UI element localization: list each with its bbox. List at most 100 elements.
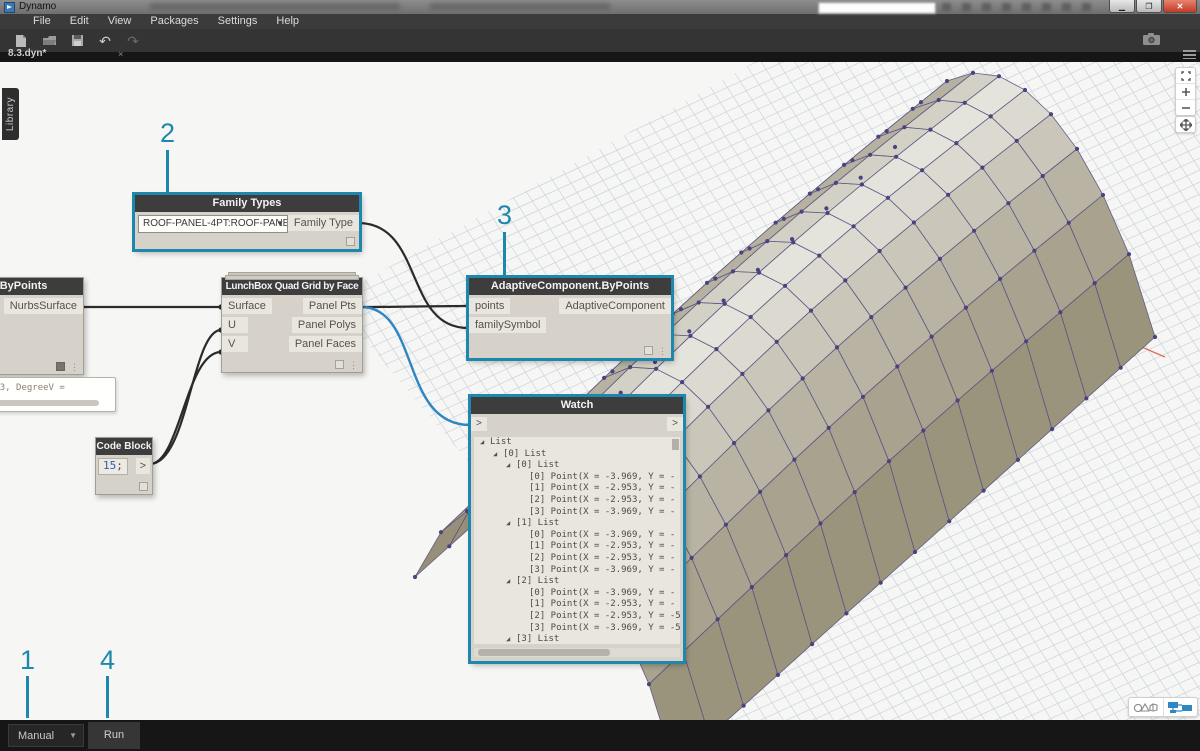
watch-row[interactable]: [0] Point(X = -3.969, Y = - xyxy=(474,472,680,484)
run-mode-dropdown[interactable]: Manual ▼ xyxy=(8,724,84,747)
port-out-nurbssurface[interactable]: NurbsSurface xyxy=(4,298,83,314)
watch-row[interactable]: [0] Point(X = -3.969, Y = - xyxy=(474,588,680,600)
watch-row[interactable]: [3] Point(X = -3.969, Y = - xyxy=(474,507,680,519)
watch-row[interactable]: [1] Point(X = -2.953, Y = - xyxy=(474,541,680,553)
expand-triangle-icon[interactable]: ◢ xyxy=(506,634,516,644)
watch-row[interactable]: [1] Point(X = -2.953, Y = - xyxy=(474,483,680,495)
watch-row[interactable]: [2] Point(X = -2.953, Y = - xyxy=(474,495,680,507)
node-title[interactable]: face.ByPoints xyxy=(0,278,83,295)
camera-export-icon[interactable] xyxy=(1143,32,1160,50)
port-in-watch[interactable]: > xyxy=(471,417,487,431)
node-nurbssurface-bypoints[interactable]: face.ByPoints NurbsSurface ⋮ xyxy=(0,277,84,375)
maximize-button[interactable]: ❐ xyxy=(1136,0,1162,13)
menu-edit[interactable]: Edit xyxy=(70,14,89,29)
node-lunchbox-quad-grid[interactable]: LunchBox Quad Grid by Face Surface Panel… xyxy=(221,277,363,373)
port-out-panel-pts[interactable]: Panel Pts xyxy=(303,298,362,314)
watch-row[interactable]: [3] Point(X = -3.969, Y = - xyxy=(474,565,680,577)
preview-checkbox[interactable] xyxy=(139,482,148,491)
port-out-adaptivecomponent[interactable]: AdaptiveComponent xyxy=(559,298,671,314)
node-title[interactable]: AdaptiveComponent.ByPoints xyxy=(469,278,671,295)
more-options-icon[interactable]: ⋮ xyxy=(658,347,667,355)
menu-help[interactable]: Help xyxy=(276,14,299,29)
port-in-surface[interactable]: Surface xyxy=(222,298,272,314)
preview-checkbox[interactable] xyxy=(644,346,653,355)
expand-triangle-icon[interactable]: ◢ xyxy=(506,518,516,530)
node-adaptivecomponent-bypoints[interactable]: AdaptiveComponent.ByPoints points Adapti… xyxy=(468,277,672,359)
pan-button[interactable] xyxy=(1176,117,1195,132)
undo-icon[interactable]: ↶ xyxy=(92,32,118,50)
redo-icon[interactable]: ↷ xyxy=(120,32,146,50)
node-watch[interactable]: Watch > > ◢List◢[0] List◢[0] List[0] Poi… xyxy=(470,396,684,662)
code-block-value[interactable]: 15; xyxy=(98,458,128,475)
geometry-view-button[interactable] xyxy=(1129,698,1163,716)
wire-familytype-to-familysymbol[interactable] xyxy=(358,223,468,328)
library-panel-tab[interactable]: Library xyxy=(2,88,19,140)
watch-row[interactable]: [2] Point(X = -2.953, Y = - xyxy=(474,553,680,565)
expand-triangle-icon[interactable]: ◢ xyxy=(506,460,516,472)
port-in-v[interactable]: V xyxy=(222,336,248,352)
new-file-icon[interactable] xyxy=(8,32,34,50)
minimize-button[interactable]: ▁ xyxy=(1109,0,1135,13)
watch-row-text: [0] Point(X = -3.969, Y = - xyxy=(529,472,675,482)
node-title[interactable]: Watch xyxy=(471,397,683,414)
menu-file[interactable]: File xyxy=(33,14,51,29)
watch-row[interactable]: [3] Point(X = -3.969, Y = -5 xyxy=(474,623,680,635)
wire-codeblock-to-u[interactable] xyxy=(150,330,221,464)
view-toggle-group xyxy=(1128,697,1198,717)
zoom-fit-button[interactable] xyxy=(1176,68,1195,83)
workspace-tab[interactable]: 8.3.dyn* xyxy=(8,48,46,59)
watch-vertical-scrollbar[interactable] xyxy=(672,439,679,450)
more-options-icon[interactable]: ⋮ xyxy=(70,363,79,371)
preview-checkbox[interactable] xyxy=(335,360,344,369)
expand-triangle-icon[interactable]: ◢ xyxy=(493,449,503,461)
port-out-watch[interactable]: > xyxy=(667,417,683,431)
port-out-code[interactable]: > xyxy=(136,458,150,474)
port-in-points[interactable]: points xyxy=(469,298,510,314)
more-options-icon[interactable]: ⋮ xyxy=(349,361,358,369)
open-file-icon[interactable] xyxy=(36,32,62,50)
watch-list[interactable]: ◢List◢[0] List◢[0] List[0] Point(X = -3.… xyxy=(474,437,680,644)
node-code-block[interactable]: Code Block 15; > xyxy=(95,437,153,495)
node-family-types[interactable]: Family Types ROOF-PANEL-4PT:ROOF-PANEL-4… xyxy=(134,194,360,250)
port-out-panel-polys[interactable]: Panel Polys xyxy=(292,317,362,333)
hamburger-menu-icon[interactable] xyxy=(1183,50,1196,59)
zoom-out-button[interactable] xyxy=(1176,99,1195,115)
node-title[interactable]: LunchBox Quad Grid by Face xyxy=(222,278,362,295)
watch-row[interactable]: [0] Point(X = -3.969, Y = - xyxy=(474,530,680,542)
expand-triangle-icon[interactable]: ◢ xyxy=(480,437,490,449)
watch-row[interactable]: ◢[0] List xyxy=(474,449,680,461)
close-button[interactable]: ✕ xyxy=(1163,0,1197,13)
family-type-dropdown[interactable]: ROOF-PANEL-4PT:ROOF-PANEL-4PT ▼ xyxy=(138,215,288,233)
watch-row[interactable]: ◢[2] List xyxy=(474,576,680,588)
port-out-family-type[interactable]: Family Type xyxy=(288,215,359,231)
watch-row[interactable]: ◢List xyxy=(474,437,680,449)
scrollbar-thumb[interactable] xyxy=(478,649,610,656)
expand-triangle-icon[interactable]: ◢ xyxy=(506,576,516,588)
tab-close-icon[interactable]: × xyxy=(118,49,123,59)
graph-view-button[interactable] xyxy=(1163,698,1198,716)
wire-panelpts-to-watch-selected[interactable] xyxy=(361,307,470,425)
zoom-in-button[interactable] xyxy=(1176,83,1195,99)
watch-row[interactable]: ◢[0] List xyxy=(474,460,680,472)
port-in-familysymbol[interactable]: familySymbol xyxy=(469,317,546,333)
node-title[interactable]: Code Block xyxy=(96,438,152,455)
node-title[interactable]: Family Types xyxy=(135,195,359,212)
preview-checkbox[interactable] xyxy=(346,237,355,246)
dynamo-window: Dynamo ▁ ❐ ✕ File Edit View Packages Set… xyxy=(0,0,1200,751)
watch-horizontal-scrollbar[interactable] xyxy=(474,648,680,657)
menu-packages[interactable]: Packages xyxy=(150,14,198,29)
preview-checkbox[interactable] xyxy=(56,362,65,371)
port-out-panel-faces[interactable]: Panel Faces xyxy=(289,336,362,352)
watch-row[interactable]: [2] Point(X = -2.953, Y = -5 xyxy=(474,611,680,623)
run-button[interactable]: Run xyxy=(88,722,140,749)
watch-row[interactable]: ◢[1] List xyxy=(474,518,680,530)
wire-panelpts-to-points[interactable] xyxy=(361,306,468,307)
port-in-u[interactable]: U xyxy=(222,317,248,333)
graph-canvas[interactable]: Library face.ByPoints NurbsSurface ⋮ egr… xyxy=(0,62,1200,720)
preview-scrollbar[interactable] xyxy=(0,400,99,406)
save-icon[interactable] xyxy=(64,32,90,50)
menu-view[interactable]: View xyxy=(108,14,132,29)
watch-row[interactable]: ◢[3] List xyxy=(474,634,680,644)
menu-settings[interactable]: Settings xyxy=(218,14,258,29)
watch-row[interactable]: [1] Point(X = -2.953, Y = - xyxy=(474,599,680,611)
